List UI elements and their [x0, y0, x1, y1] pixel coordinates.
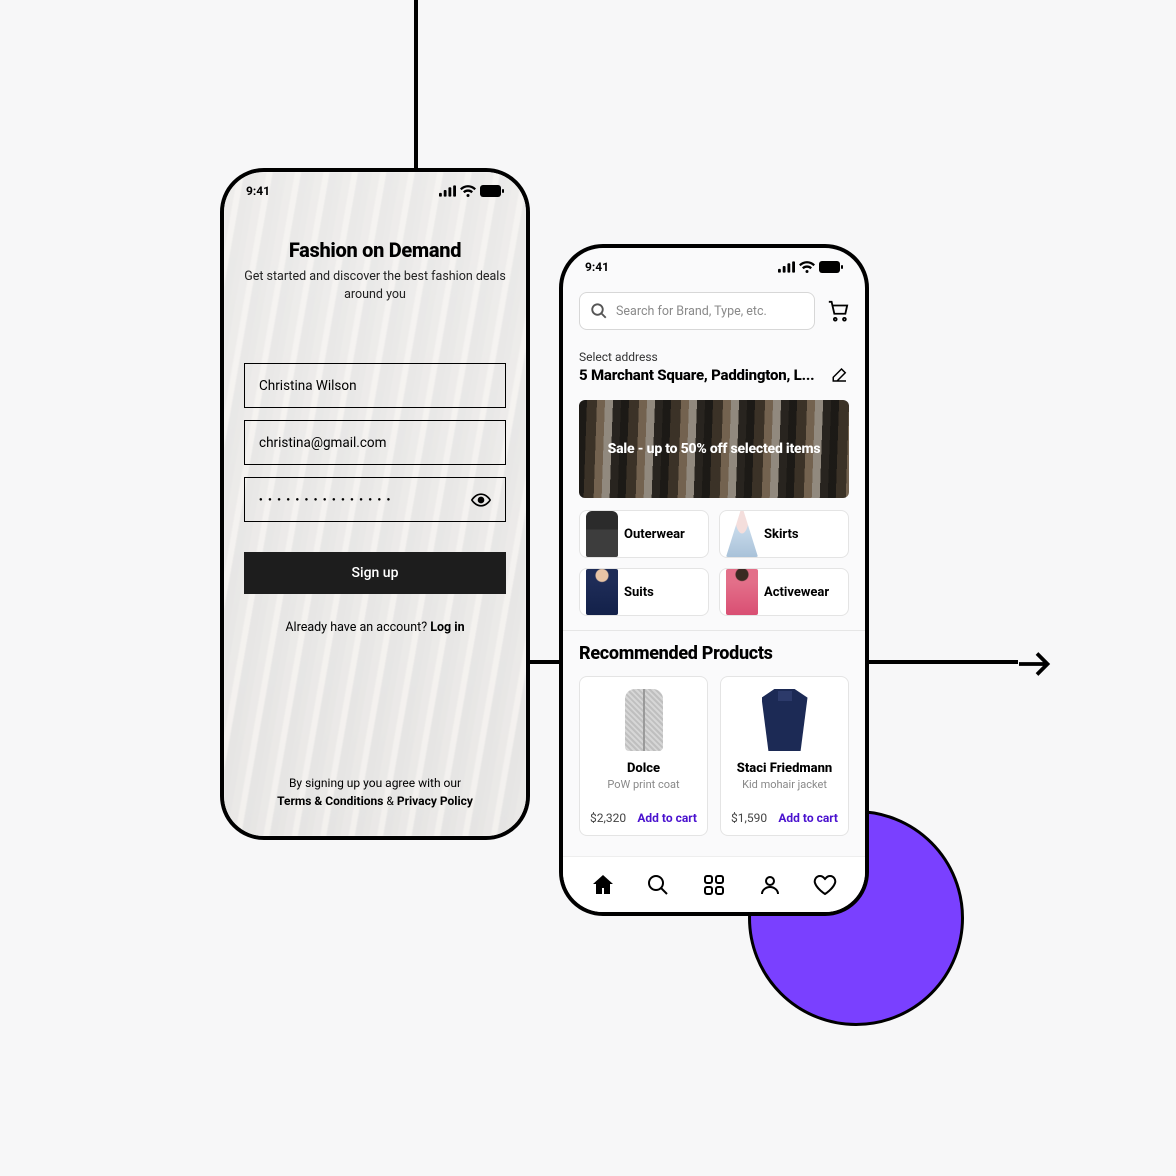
signup-button[interactable]: Sign up — [244, 552, 506, 594]
promo-banner-text: Sale - up to 50% off selected items — [608, 441, 821, 457]
category-thumb — [726, 569, 758, 615]
password-mask: ● ● ● ● ● ● ● ● ● ● ● ● ● ● ● — [259, 496, 392, 503]
status-time: 9:41 — [585, 260, 609, 274]
add-to-cart-button[interactable]: Add to cart — [778, 811, 838, 825]
cart-icon[interactable] — [827, 300, 849, 322]
wifi-icon — [799, 261, 815, 273]
flow-arrow-icon — [1016, 646, 1052, 686]
product-image — [590, 687, 697, 753]
login-link[interactable]: Log in — [430, 620, 464, 635]
signal-icon — [778, 261, 795, 273]
product-brand: Staci Friedmann — [731, 761, 838, 776]
product-name: Kid mohair jacket — [731, 778, 838, 791]
nav-profile-icon[interactable] — [758, 873, 782, 897]
login-row: Already have an account? Log in — [244, 620, 506, 635]
legal-text: By signing up you agree with our Terms &… — [224, 774, 526, 810]
product-price: $1,590 — [731, 811, 767, 825]
search-icon — [590, 302, 608, 320]
email-value: christina@gmail.com — [259, 435, 386, 451]
page-subtitle: Get started and discover the best fashio… — [244, 268, 506, 303]
address-value: 5 Marchant Square, Paddington, L... — [579, 366, 814, 384]
terms-link[interactable]: Terms & Conditions — [277, 794, 383, 808]
privacy-link[interactable]: Privacy Policy — [397, 794, 473, 808]
nav-favorites-icon[interactable] — [813, 873, 837, 897]
email-field[interactable]: christina@gmail.com — [244, 420, 506, 465]
category-skirts[interactable]: Skirts — [719, 510, 849, 558]
battery-icon — [819, 261, 843, 273]
product-price: $2,320 — [590, 811, 626, 825]
category-thumb — [586, 511, 618, 557]
signal-icon — [439, 185, 456, 197]
nav-categories-icon[interactable] — [702, 873, 726, 897]
eye-icon[interactable] — [471, 490, 491, 510]
search-placeholder: Search for Brand, Type, etc. — [616, 304, 767, 319]
signup-screen: 9:41 Fashion on Demand Get started and d… — [220, 168, 530, 840]
battery-icon — [480, 185, 504, 197]
add-to-cart-button[interactable]: Add to cart — [637, 811, 697, 825]
recommended-title: Recommended Products — [579, 643, 849, 664]
category-thumb — [586, 569, 618, 615]
divider — [563, 630, 865, 631]
flow-line-vertical — [414, 0, 418, 170]
nav-search-icon[interactable] — [646, 873, 670, 897]
edit-icon[interactable] — [831, 366, 849, 384]
category-thumb — [726, 511, 758, 557]
product-name: PoW print coat — [590, 778, 697, 791]
product-brand: Dolce — [590, 761, 697, 776]
status-bar: 9:41 — [563, 248, 865, 286]
bottom-nav — [563, 856, 865, 912]
category-outerwear[interactable]: Outerwear — [579, 510, 709, 558]
home-screen: 9:41 Search for Brand, Type, etc. Select… — [559, 244, 869, 916]
status-bar: 9:41 — [224, 172, 526, 210]
category-suits[interactable]: Suits — [579, 568, 709, 616]
product-card[interactable]: Staci Friedmann Kid mohair jacket $1,590… — [720, 676, 849, 836]
address-label: Select address — [579, 350, 849, 364]
search-input[interactable]: Search for Brand, Type, etc. — [579, 292, 815, 330]
page-title: Fashion on Demand — [244, 238, 506, 262]
product-image — [731, 687, 838, 753]
name-value: Christina Wilson — [259, 378, 357, 394]
status-time: 9:41 — [246, 184, 270, 198]
category-activewear[interactable]: Activewear — [719, 568, 849, 616]
promo-banner[interactable]: Sale - up to 50% off selected items — [579, 400, 849, 498]
name-field[interactable]: Christina Wilson — [244, 363, 506, 408]
nav-home-icon[interactable] — [591, 873, 615, 897]
wifi-icon — [460, 185, 476, 197]
product-card[interactable]: Dolce PoW print coat $2,320 Add to cart — [579, 676, 708, 836]
password-field[interactable]: ● ● ● ● ● ● ● ● ● ● ● ● ● ● ● — [244, 477, 506, 522]
